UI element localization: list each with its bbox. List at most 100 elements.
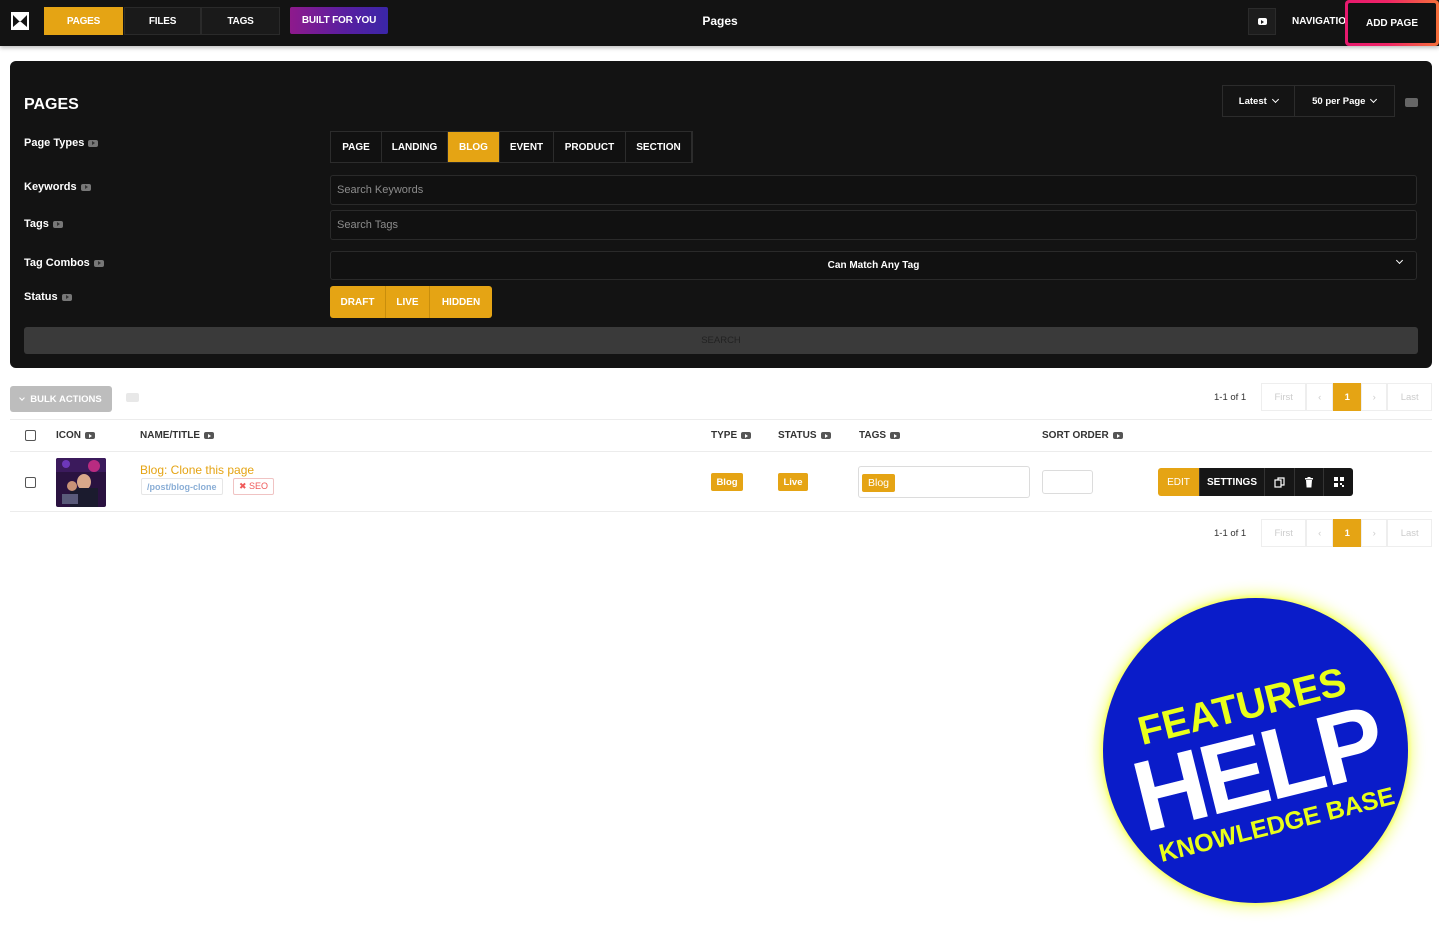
add-page-button[interactable]: ADD PAGE xyxy=(1348,3,1436,43)
bulk-actions-label: BULK ACTIONS xyxy=(30,393,102,405)
delete-button[interactable] xyxy=(1295,468,1324,496)
header-text: NAME/TITLE xyxy=(140,430,200,441)
video-help-button[interactable] xyxy=(1248,8,1276,35)
pager-last[interactable]: Last xyxy=(1387,383,1433,411)
video-icon[interactable] xyxy=(52,220,63,228)
label-text: Status xyxy=(24,291,58,303)
video-icon[interactable] xyxy=(820,432,831,439)
result-count: 1-1 of 1 xyxy=(1214,391,1247,403)
type-option-section[interactable]: SECTION xyxy=(626,132,692,162)
chevron-down-icon xyxy=(1395,256,1404,265)
header-text: TYPE xyxy=(711,430,738,441)
nav-tab-pages[interactable]: PAGES xyxy=(44,7,123,35)
status-option-draft[interactable]: DRAFT xyxy=(330,286,386,318)
video-icon[interactable] xyxy=(1405,98,1418,107)
tag-combo-value: Can Match Any Tag xyxy=(827,260,920,271)
navigation-button[interactable]: NAVIGATION xyxy=(1283,7,1347,35)
per-page-select[interactable]: 50 per Page xyxy=(1295,86,1394,116)
pagination-top: 1-1 of 1 First ‹ 1 › Last xyxy=(1214,383,1433,411)
tag-combo-select[interactable]: Can Match Any Tag xyxy=(330,251,1417,280)
duplicate-button[interactable] xyxy=(1265,468,1295,496)
select-all-checkbox[interactable] xyxy=(25,430,36,441)
status-option-hidden[interactable]: HIDDEN xyxy=(430,286,492,318)
label-page-types: Page Types xyxy=(24,137,99,149)
column-header-icon[interactable]: ICON xyxy=(56,430,95,441)
label-text: Keywords xyxy=(24,181,77,193)
type-option-event[interactable]: EVENT xyxy=(500,132,554,162)
pager-prev[interactable]: ‹ xyxy=(1306,383,1334,411)
pager-page-1[interactable]: 1 xyxy=(1333,519,1362,547)
panel-title: PAGES xyxy=(24,96,79,113)
logo-icon[interactable] xyxy=(11,12,29,30)
column-header-sort-order[interactable]: SORT ORDER xyxy=(1042,430,1123,441)
row-tags-input[interactable]: Blog xyxy=(858,466,1030,498)
nav-tab-tags[interactable]: TAGS xyxy=(201,7,280,35)
chevron-down-icon xyxy=(1370,95,1378,104)
top-navigation-bar: PAGES FILES TAGS BUILT FOR YOU Pages NAV… xyxy=(0,0,1439,46)
help-badge-graphic: FEATURES HELP KNOWLEDGE BASE xyxy=(1122,660,1397,868)
divider xyxy=(10,511,1432,512)
page-slug[interactable]: /post/blog-clone xyxy=(141,478,223,495)
column-header-name[interactable]: NAME/TITLE xyxy=(140,430,214,441)
page-type-filter: PAGE LANDING BLOG EVENT PRODUCT SECTION xyxy=(330,131,693,163)
label-keywords: Keywords xyxy=(24,181,91,193)
column-header-type[interactable]: TYPE xyxy=(711,430,752,441)
divider xyxy=(10,419,1432,420)
column-header-tags[interactable]: TAGS xyxy=(859,430,901,441)
nav-tab-files[interactable]: FILES xyxy=(124,7,201,35)
search-button[interactable]: SEARCH xyxy=(24,327,1418,354)
column-header-status[interactable]: STATUS xyxy=(778,430,831,441)
sort-order-input[interactable] xyxy=(1042,470,1093,494)
row-actions: EDIT SETTINGS xyxy=(1158,468,1353,496)
header-text: TAGS xyxy=(859,430,887,441)
help-knowledge-base-badge[interactable]: FEATURES HELP KNOWLEDGE BASE xyxy=(1103,598,1408,903)
status-option-live[interactable]: LIVE xyxy=(386,286,430,318)
qr-code-button[interactable] xyxy=(1324,468,1353,496)
seo-status-badge[interactable]: ✖ SEO xyxy=(233,478,275,495)
status-filter: DRAFT LIVE HIDDEN xyxy=(330,286,492,318)
keywords-input[interactable]: Search Keywords xyxy=(330,175,1417,205)
pager-first[interactable]: First xyxy=(1261,383,1307,411)
pager-prev[interactable]: ‹ xyxy=(1306,519,1334,547)
pager-page-1[interactable]: 1 xyxy=(1333,383,1362,411)
row-checkbox[interactable] xyxy=(25,477,36,488)
video-icon xyxy=(1257,18,1267,25)
video-icon[interactable] xyxy=(741,432,752,439)
trash-icon xyxy=(1305,476,1313,487)
tag-chip[interactable]: Blog xyxy=(862,474,896,492)
label-text: Tag Combos xyxy=(24,257,90,269)
video-icon[interactable] xyxy=(126,393,139,402)
built-for-you-button[interactable]: BUILT FOR YOU xyxy=(290,7,388,34)
chevron-down-icon xyxy=(19,394,26,401)
page-title: Pages xyxy=(702,14,738,28)
video-icon[interactable] xyxy=(93,259,104,267)
type-option-blog[interactable]: BLOG xyxy=(448,132,500,162)
video-icon[interactable] xyxy=(1112,432,1123,439)
sort-select-label: Latest xyxy=(1238,95,1267,107)
video-icon[interactable] xyxy=(88,139,99,147)
pager-next[interactable]: › xyxy=(1361,519,1388,547)
settings-button[interactable]: SETTINGS xyxy=(1200,468,1265,496)
pager-first[interactable]: First xyxy=(1261,519,1307,547)
type-option-page[interactable]: PAGE xyxy=(331,132,382,162)
type-option-landing[interactable]: LANDING xyxy=(382,132,448,162)
sort-select[interactable]: Latest xyxy=(1223,86,1295,116)
bulk-actions-button[interactable]: BULK ACTIONS xyxy=(10,386,112,412)
pager-last[interactable]: Last xyxy=(1387,519,1433,547)
filter-panel: PAGES Latest 50 per Page Page Types Keyw… xyxy=(10,61,1432,368)
video-icon[interactable] xyxy=(85,432,95,439)
label-status: Status xyxy=(24,291,72,303)
per-page-label: 50 per Page xyxy=(1312,95,1366,107)
page-thumbnail[interactable] xyxy=(56,458,106,507)
tags-search-input[interactable]: Search Tags xyxy=(330,210,1417,240)
video-icon[interactable] xyxy=(890,432,901,439)
video-icon[interactable] xyxy=(204,432,214,439)
pager-next[interactable]: › xyxy=(1361,383,1388,411)
page-title-link[interactable]: Blog: Clone this page xyxy=(140,463,254,477)
video-icon[interactable] xyxy=(61,293,72,301)
status-badge[interactable]: Live xyxy=(778,473,808,491)
edit-button[interactable]: EDIT xyxy=(1158,468,1200,496)
header-text: SORT ORDER xyxy=(1042,430,1109,441)
video-icon[interactable] xyxy=(80,183,91,191)
type-option-product[interactable]: PRODUCT xyxy=(554,132,626,162)
